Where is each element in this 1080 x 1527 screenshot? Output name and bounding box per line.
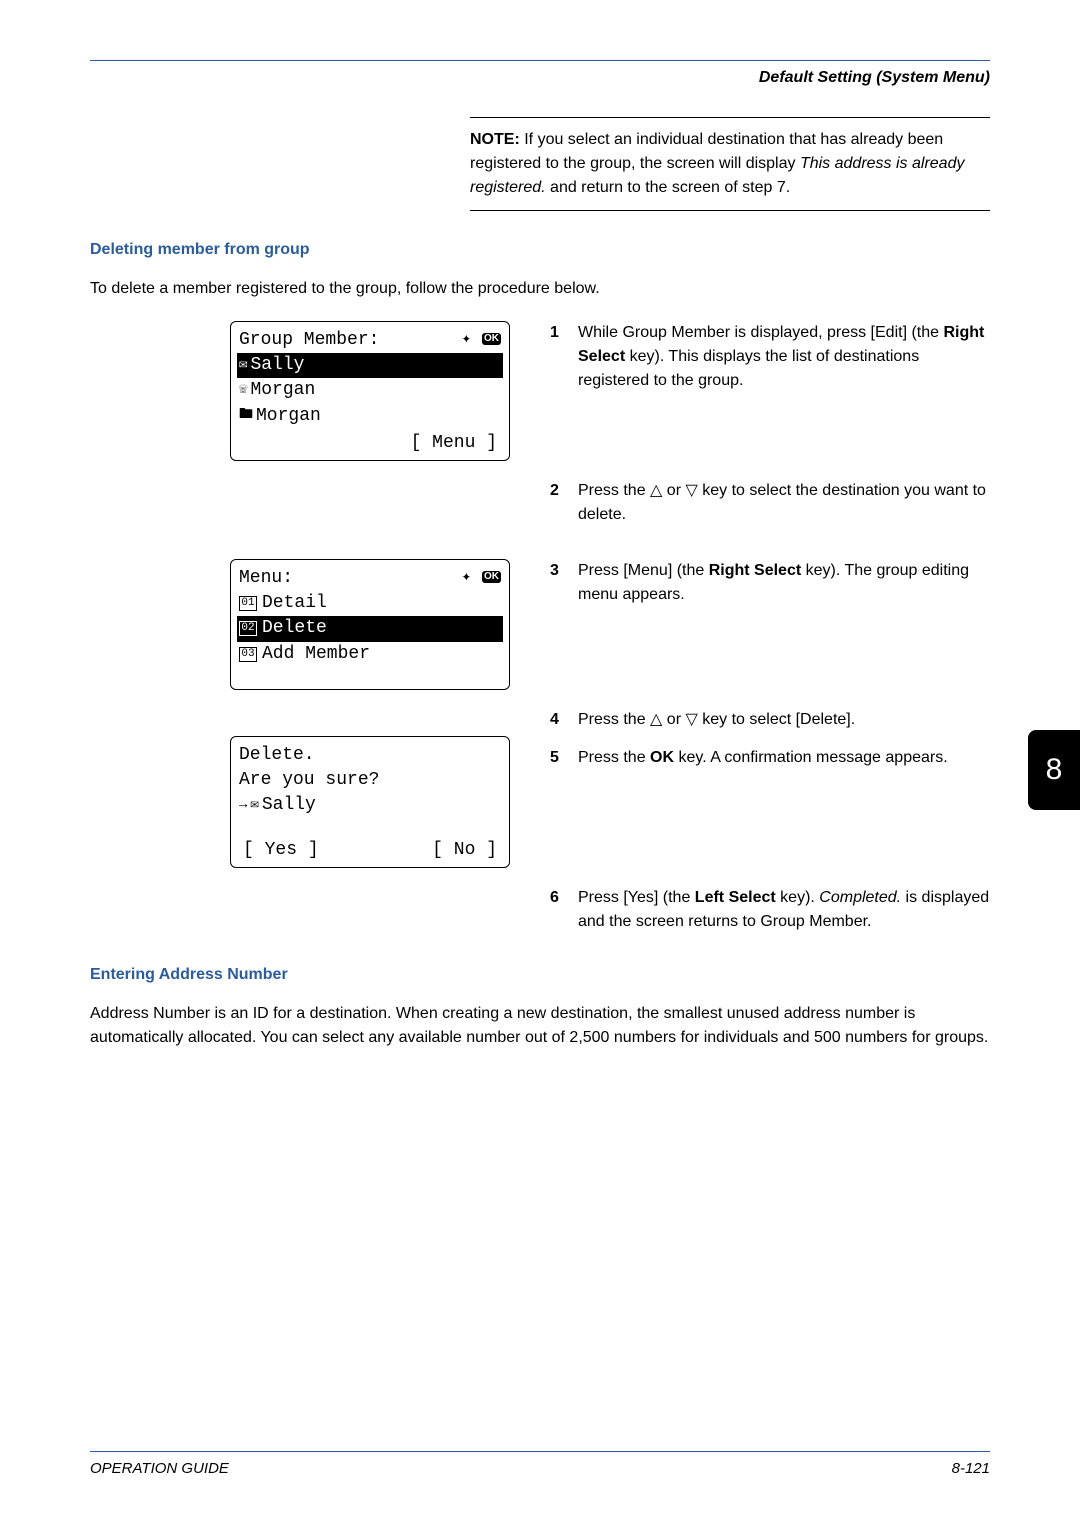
down-arrow-icon (685, 708, 697, 732)
lcd1-item1: ✉Sally (237, 353, 503, 378)
lcd-indicators-2: ✦ OK (462, 566, 501, 591)
step-5: 5Press the OK key. A confirmation messag… (550, 746, 990, 770)
top-rule (90, 60, 990, 61)
lcd3-yes: [ Yes ] (243, 838, 319, 863)
subheading-delete: Deleting member from group (90, 241, 990, 259)
intro-text: To delete a member registered to the gro… (90, 277, 990, 301)
down-arrow-icon (685, 479, 697, 503)
step-6: 6Press [Yes] (the Left Select key). Comp… (550, 886, 990, 934)
lcd-indicators: ✦ OK (462, 328, 501, 353)
footer-right: 8-121 (952, 1460, 990, 1477)
lcd1-item2: ☏Morgan (239, 378, 501, 403)
chapter-tab: 8 (1028, 730, 1080, 810)
lcd1-title: Group Member: (239, 328, 379, 353)
lcd-group-member: Group Member: ✦ OK ✉Sally ☏Morgan 🖿Morga… (230, 321, 510, 461)
up-arrow-icon (650, 479, 662, 503)
folder-icon: 🖿 (239, 406, 253, 426)
mail-icon: ✉ (250, 796, 258, 816)
arrow-right-icon: → (239, 796, 247, 816)
lcd3-line3: →✉Sally (239, 793, 501, 818)
lcd2-item1: 01Detail (239, 591, 501, 616)
phone-icon: ☏ (239, 381, 247, 401)
lcd3-line2: Are you sure? (239, 768, 501, 793)
lcd3-line1: Delete. (239, 743, 501, 768)
up-arrow-icon (650, 708, 662, 732)
step-4: 4Press the or key to select [Delete]. (550, 708, 990, 732)
lcd2-item2: 02Delete (237, 616, 503, 641)
address-body: Address Number is an ID for a destinatio… (90, 1002, 990, 1050)
note-box: NOTE: If you select an individual destin… (470, 117, 990, 211)
lcd3-no: [ No ] (432, 838, 497, 863)
lcd2-title: Menu: (239, 566, 293, 591)
lcd-menu: Menu: ✦ OK 01Detail 02Delete 03Add Membe… (230, 559, 510, 690)
lcd2-item3: 03Add Member (239, 642, 501, 667)
lcd1-menu: [ Menu ] (411, 431, 497, 456)
mail-icon: ✉ (239, 356, 247, 376)
note-label: NOTE: (470, 131, 520, 148)
step-1: 1While Group Member is displayed, press … (550, 321, 990, 393)
footer: OPERATION GUIDE 8-121 (90, 1451, 990, 1477)
lcd1-item3: 🖿Morgan (239, 404, 501, 429)
step-2: 2Press the or key to select the destinat… (550, 479, 990, 527)
note-text-2: and return to the screen of step 7. (546, 179, 791, 196)
step-3: 3Press [Menu] (the Right Select key). Th… (550, 559, 990, 607)
footer-left: OPERATION GUIDE (90, 1460, 229, 1477)
subheading-address: Entering Address Number (90, 966, 990, 984)
breadcrumb: Default Setting (System Menu) (90, 69, 990, 87)
lcd-confirm: Delete. Are you sure? →✉Sally [ Yes ] [ … (230, 736, 510, 869)
